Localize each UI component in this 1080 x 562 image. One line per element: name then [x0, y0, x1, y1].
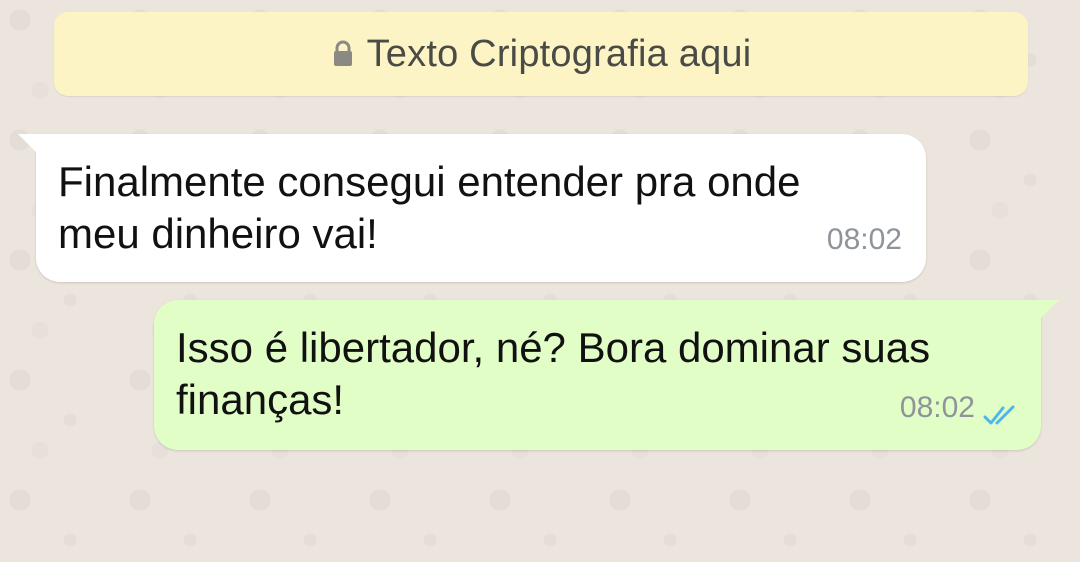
lock-icon — [333, 40, 352, 66]
message-time: 08:02 — [899, 391, 975, 424]
incoming-message-bubble[interactable]: Finalmente consegui entender pra onde me… — [18, 134, 926, 282]
message-text: Finalmente consegui entender pra onde me… — [58, 158, 801, 257]
encryption-banner[interactable]: Texto Criptografia aqui — [54, 12, 1028, 96]
message-time: 08:02 — [826, 223, 902, 256]
encryption-banner-text: Texto Criptografia aqui — [366, 32, 752, 75]
outgoing-message-bubble[interactable]: Isso é libertador, né? Bora dominar suas… — [154, 300, 1059, 450]
read-double-check-icon — [983, 405, 1015, 425]
